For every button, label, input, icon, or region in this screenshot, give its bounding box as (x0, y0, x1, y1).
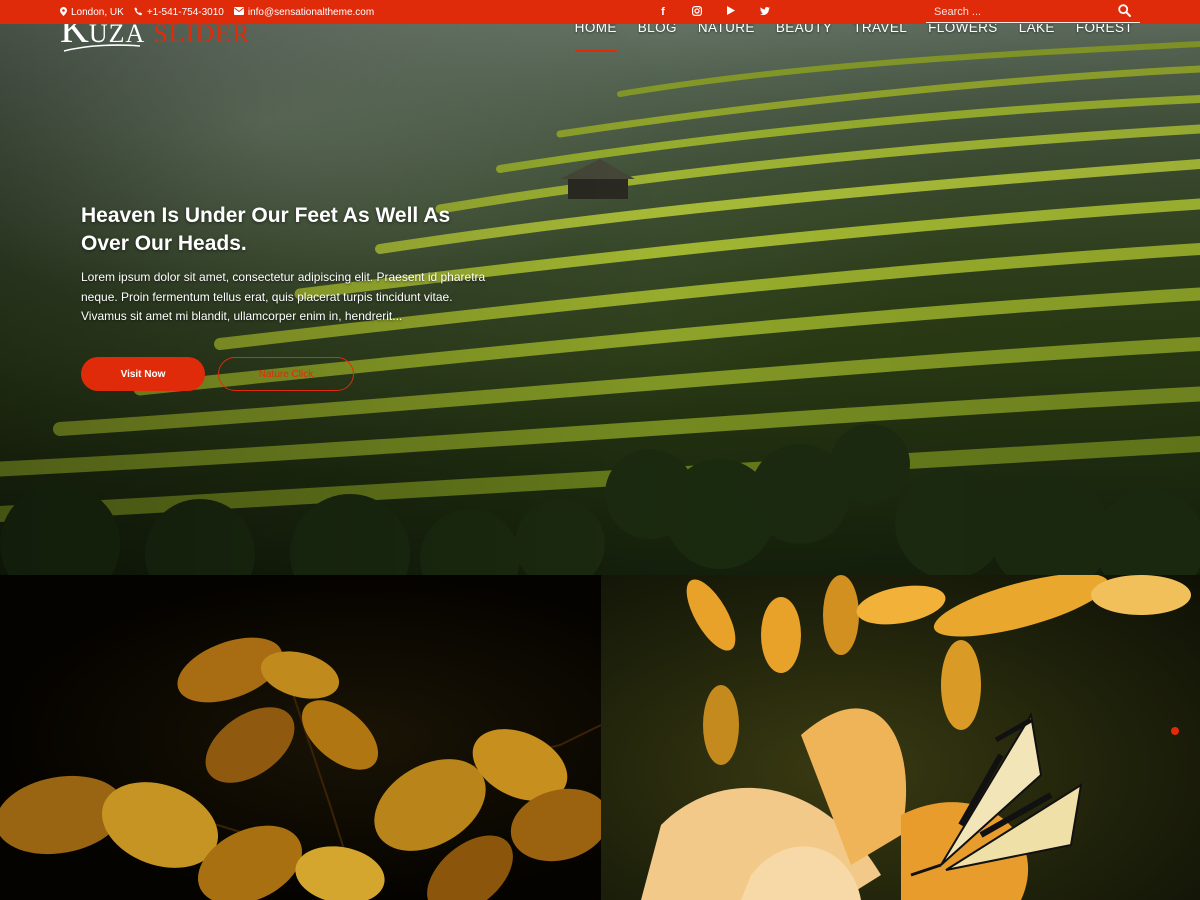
instagram-icon[interactable] (680, 5, 714, 19)
social-links: f (646, 0, 782, 24)
search-box (926, 1, 1140, 23)
butterfly-lily-artwork (641, 575, 1191, 900)
search-icon[interactable] (1118, 4, 1132, 18)
phone-text: +1-541-754-3010 (146, 6, 224, 18)
search-input[interactable] (926, 5, 1106, 18)
hero-caption: Heaven Is Under Our Feet As Well As Over… (81, 202, 491, 327)
autumn-leaves-artwork (0, 637, 601, 900)
map-marker-icon (60, 6, 67, 18)
facebook-icon[interactable]: f (646, 6, 680, 18)
hero-title: Heaven Is Under Our Feet As Well As Over… (81, 204, 451, 255)
location-text: London, UK (71, 6, 124, 18)
phone-item[interactable]: +1-541-754-3010 (134, 7, 224, 18)
email-text: info@sensationaltheme.com (247, 6, 375, 18)
contact-info: London, UK +1-541-754-3010 info@sensatio… (60, 0, 384, 24)
envelope-icon (233, 7, 244, 17)
youtube-icon[interactable] (714, 6, 748, 18)
phone-icon (134, 7, 143, 18)
hero-description: Lorem ipsum dolor sit amet, consectetur … (81, 270, 486, 323)
hero-buttons: Visit Now Nature Click (81, 357, 354, 391)
butterfly-lily-image[interactable] (601, 575, 1200, 900)
location-item: London, UK (60, 6, 124, 18)
nature-click-button[interactable]: Nature Click (218, 357, 354, 391)
twitter-icon[interactable] (748, 6, 782, 18)
autumn-leaves-image[interactable] (0, 575, 601, 900)
logo-swoosh-icon (63, 44, 141, 52)
top-bar: London, UK +1-541-754-3010 info@sensatio… (0, 0, 1200, 24)
email-item[interactable]: info@sensationaltheme.com (233, 6, 375, 18)
slider-dot-indicator[interactable] (1171, 727, 1179, 735)
visit-now-button[interactable]: Visit Now (81, 357, 205, 391)
